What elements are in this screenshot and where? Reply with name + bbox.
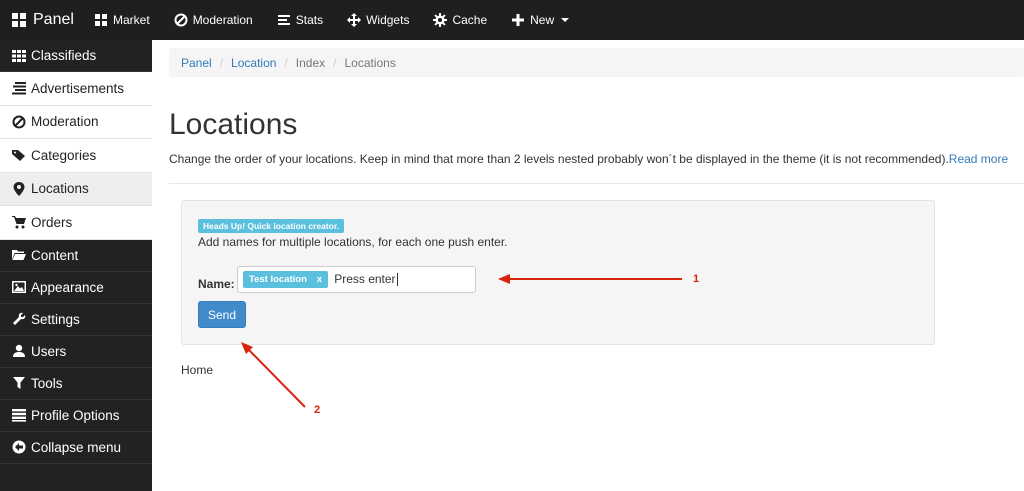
location-tag-label: Test location	[249, 274, 307, 285]
quick-location-panel: Heads Up! Quick location creator. Add na…	[181, 200, 935, 345]
brand-link[interactable]: Panel	[0, 11, 82, 29]
nav-cache[interactable]: Cache	[421, 0, 499, 40]
nav-stats[interactable]: Stats	[265, 0, 335, 40]
move-icon	[347, 13, 362, 27]
panel-description: Add names for multiple locations, for ea…	[198, 235, 508, 249]
sidebar-item-advertisements[interactable]: Advertisements	[0, 72, 152, 106]
sidebar-item-label: Locations	[31, 181, 89, 197]
sidebar-item-label: Orders	[31, 214, 73, 230]
map-marker-icon	[12, 181, 26, 196]
sidebar-item-label: Moderation	[31, 114, 99, 130]
divider	[169, 183, 1024, 184]
sidebar-item-locations[interactable]: Locations	[0, 172, 152, 206]
annotation-label-2: 2	[314, 404, 321, 416]
cog-icon	[433, 13, 448, 27]
tag-input-text[interactable]: Press enter	[334, 273, 398, 286]
sidebar-item-categories[interactable]: Categories	[0, 139, 152, 173]
nav-new-dropdown[interactable]: New	[499, 0, 581, 40]
nav-widgets-label: Widgets	[366, 13, 410, 27]
brand-label: Panel	[33, 11, 74, 28]
tag-remove-button[interactable]: x	[317, 274, 322, 285]
sidebar-item-orders[interactable]: Orders	[0, 206, 152, 240]
circle-arrow-left-icon	[12, 440, 26, 454]
sidebar-item-label: Users	[31, 343, 67, 359]
nav-moderation-label: Moderation	[192, 13, 253, 27]
user-icon	[12, 344, 26, 358]
top-navbar: Panel Market Moderation Stats Widgets Ca…	[0, 0, 1024, 40]
tags-icon	[12, 148, 26, 162]
page-title: Locations	[169, 108, 298, 141]
nav-cache-label: Cache	[452, 13, 488, 27]
filter-icon	[12, 376, 26, 390]
sidebar-item-content[interactable]: Content	[0, 239, 152, 272]
sidebar-item-label: Advertisements	[31, 80, 125, 96]
page-description-text: Change the order of your locations. Keep…	[169, 152, 949, 166]
breadcrumb-separator: /	[219, 55, 224, 70]
list-lines-icon	[12, 408, 26, 422]
list-icon	[12, 81, 26, 95]
sidebar: Classifieds Advertisements Moderation Ca…	[0, 40, 152, 491]
sidebar-item-appearance[interactable]: Appearance	[0, 271, 152, 304]
wrench-icon	[12, 312, 26, 326]
sidebar-item-label: Collapse menu	[31, 439, 122, 455]
location-tag: Test location x	[243, 271, 329, 288]
breadcrumb-separator: /	[284, 55, 288, 70]
location-tags-input[interactable]: Test location x Press enter	[237, 266, 476, 293]
sidebar-item-label: Appearance	[31, 279, 104, 295]
caret-down-icon	[561, 18, 570, 22]
sidebar-item-collapse-menu[interactable]: Collapse menu	[0, 431, 152, 464]
nav-market-label: Market	[113, 13, 150, 27]
read-more-link[interactable]: Read more	[949, 152, 1008, 166]
heads-up-badge: Heads Up! Quick location creator.	[198, 219, 345, 233]
location-tree-home[interactable]: Home	[181, 363, 213, 377]
breadcrumb-location-link[interactable]: Location	[231, 56, 276, 70]
nav-market[interactable]: Market	[82, 0, 162, 40]
breadcrumb-panel-link[interactable]: Panel	[181, 56, 212, 70]
grid-icon	[12, 49, 26, 63]
breadcrumb-current: Locations	[344, 55, 396, 70]
breadcrumb-separator: /	[333, 55, 337, 70]
plus-icon	[511, 13, 525, 27]
sidebar-item-label: Profile Options	[31, 407, 120, 423]
breadcrumb-index: Index	[295, 55, 326, 70]
page-description: Change the order of your locations. Keep…	[169, 152, 1008, 166]
send-button[interactable]: Send	[198, 301, 246, 328]
nav-new-label: New	[530, 13, 555, 27]
sidebar-item-users[interactable]: Users	[0, 335, 152, 368]
breadcrumb: Panel / Location / Index / Locations	[169, 48, 1024, 77]
picture-icon	[12, 280, 26, 294]
main-content: Panel / Location / Index / Locations Loc…	[152, 40, 1024, 491]
name-label: Name:	[198, 277, 235, 291]
sidebar-item-label: Categories	[31, 147, 97, 163]
nav-moderation[interactable]: Moderation	[162, 0, 265, 40]
sidebar-item-moderation[interactable]: Moderation	[0, 105, 152, 139]
sidebar-item-profile-options[interactable]: Profile Options	[0, 399, 152, 432]
dashboard-icon	[12, 13, 26, 27]
cart-icon	[12, 215, 26, 229]
folder-icon	[12, 248, 26, 262]
nav-stats-label: Stats	[295, 13, 324, 27]
nav-widgets[interactable]: Widgets	[335, 0, 421, 40]
sidebar-item-label: Classifieds	[31, 48, 97, 63]
stats-icon	[277, 13, 291, 27]
sidebar-item-label: Tools	[31, 375, 63, 391]
ban-icon	[12, 115, 26, 129]
sidebar-item-tools[interactable]: Tools	[0, 367, 152, 400]
sidebar-item-settings[interactable]: Settings	[0, 303, 152, 336]
ban-icon	[174, 13, 188, 27]
sidebar-item-label: Content	[31, 247, 79, 263]
annotation-label-1: 1	[693, 273, 700, 285]
sidebar-item-label: Settings	[31, 311, 80, 327]
market-icon	[94, 13, 108, 27]
sidebar-item-classifieds[interactable]: Classifieds	[0, 40, 152, 72]
